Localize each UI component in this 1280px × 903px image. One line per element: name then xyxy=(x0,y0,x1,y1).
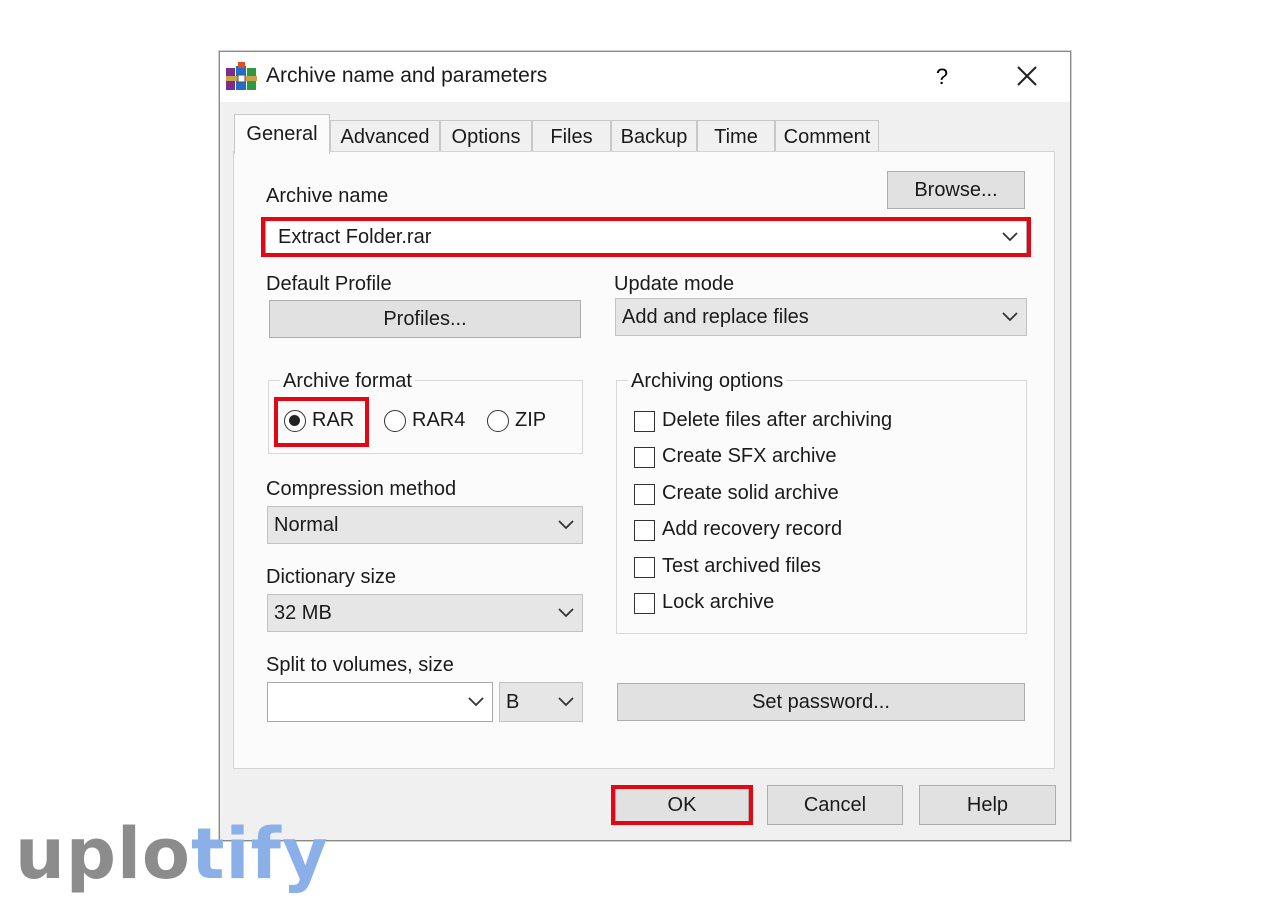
watermark-part-blue: tify xyxy=(191,813,329,895)
dictionary-size-label: Dictionary size xyxy=(266,566,397,588)
chevron-down-icon xyxy=(1002,232,1018,242)
option-lock-archive-label: Lock archive xyxy=(662,591,775,613)
update-mode-label: Update mode xyxy=(614,273,735,295)
watermark-part-gray: uplo xyxy=(15,813,192,895)
cancel-button[interactable]: Cancel xyxy=(767,785,903,825)
window-title: Archive name and parameters xyxy=(266,64,548,87)
radio-rar-label: RAR xyxy=(312,409,355,431)
archive-dialog: Archive name and parameters ? General Ad… xyxy=(219,51,1071,841)
option-recovery-record[interactable]: Add recovery record xyxy=(634,518,934,544)
checkbox-create-solid[interactable] xyxy=(634,484,655,505)
profiles-button[interactable]: Profiles... xyxy=(269,300,581,338)
title-bar: Archive name and parameters ? xyxy=(220,52,1070,102)
checkbox-create-sfx[interactable] xyxy=(634,447,655,468)
option-test-files[interactable]: Test archived files xyxy=(634,555,934,581)
option-test-files-label: Test archived files xyxy=(662,555,821,577)
checkbox-recovery-record[interactable] xyxy=(634,520,655,541)
winrar-app-icon xyxy=(226,62,257,90)
browse-button[interactable]: Browse... xyxy=(887,171,1025,209)
chevron-down-icon xyxy=(468,697,484,707)
update-mode-value: Add and replace files xyxy=(622,306,809,328)
tab-files[interactable]: Files xyxy=(532,120,611,152)
tab-comment[interactable]: Comment xyxy=(775,120,879,152)
option-create-sfx-label: Create SFX archive xyxy=(662,445,837,467)
option-create-solid-label: Create solid archive xyxy=(662,482,839,504)
option-lock-archive[interactable]: Lock archive xyxy=(634,591,934,617)
radio-selected-dot xyxy=(289,415,300,426)
help-title-button[interactable]: ? xyxy=(925,60,959,94)
tab-backup[interactable]: Backup xyxy=(611,120,697,152)
option-recovery-record-label: Add recovery record xyxy=(662,518,843,540)
archive-name-label: Archive name xyxy=(266,185,389,207)
compression-method-label: Compression method xyxy=(266,478,457,500)
archive-name-value: Extract Folder.rar xyxy=(278,226,432,248)
compression-method-select[interactable]: Normal xyxy=(267,506,583,544)
tab-general[interactable]: General xyxy=(234,114,330,154)
radio-zip-circle[interactable] xyxy=(487,410,509,432)
option-create-sfx[interactable]: Create SFX archive xyxy=(634,445,934,471)
tab-options[interactable]: Options xyxy=(440,120,532,152)
radio-zip[interactable]: ZIP xyxy=(487,409,547,434)
option-delete-files-label: Delete files after archiving xyxy=(662,409,893,431)
option-create-solid[interactable]: Create solid archive xyxy=(634,482,934,508)
close-icon[interactable] xyxy=(1008,60,1046,94)
archive-format-label: Archive format xyxy=(280,370,415,393)
radio-zip-label: ZIP xyxy=(515,409,547,431)
archive-name-combo[interactable]: Extract Folder.rar xyxy=(265,219,1027,255)
chevron-down-icon xyxy=(1002,312,1018,322)
radio-rar[interactable]: RAR xyxy=(284,409,354,434)
split-volumes-label: Split to volumes, size xyxy=(266,654,454,676)
checkbox-lock-archive[interactable] xyxy=(634,593,655,614)
default-profile-label: Default Profile xyxy=(266,273,392,295)
tab-time[interactable]: Time xyxy=(697,120,775,152)
update-mode-select[interactable]: Add and replace files xyxy=(615,298,1027,336)
radio-rar4-circle[interactable] xyxy=(384,410,406,432)
split-unit-select[interactable]: B xyxy=(499,682,583,722)
archiving-options-label: Archiving options xyxy=(628,370,787,393)
dictionary-size-value: 32 MB xyxy=(274,602,332,624)
general-panel: Archive name Browse... Extract Folder.ra… xyxy=(233,151,1055,769)
tab-advanced[interactable]: Advanced xyxy=(330,120,440,152)
checkbox-test-files[interactable] xyxy=(634,557,655,578)
radio-rar-circle[interactable] xyxy=(284,410,306,432)
option-delete-files[interactable]: Delete files after archiving xyxy=(634,409,934,435)
chevron-down-icon xyxy=(558,608,574,618)
compression-method-value: Normal xyxy=(274,514,339,536)
radio-rar4[interactable]: RAR4 xyxy=(384,409,466,434)
radio-rar4-label: RAR4 xyxy=(412,409,466,431)
ok-button[interactable]: OK xyxy=(615,787,749,823)
split-unit-value: B xyxy=(506,691,520,713)
checkbox-delete-files[interactable] xyxy=(634,411,655,432)
help-button[interactable]: Help xyxy=(919,785,1056,825)
uplotify-watermark: uplotify xyxy=(15,813,329,895)
chevron-down-icon xyxy=(558,520,574,530)
chevron-down-icon xyxy=(558,697,574,707)
set-password-button[interactable]: Set password... xyxy=(617,683,1025,721)
dictionary-size-select[interactable]: 32 MB xyxy=(267,594,583,632)
split-volumes-combo[interactable] xyxy=(267,682,493,722)
